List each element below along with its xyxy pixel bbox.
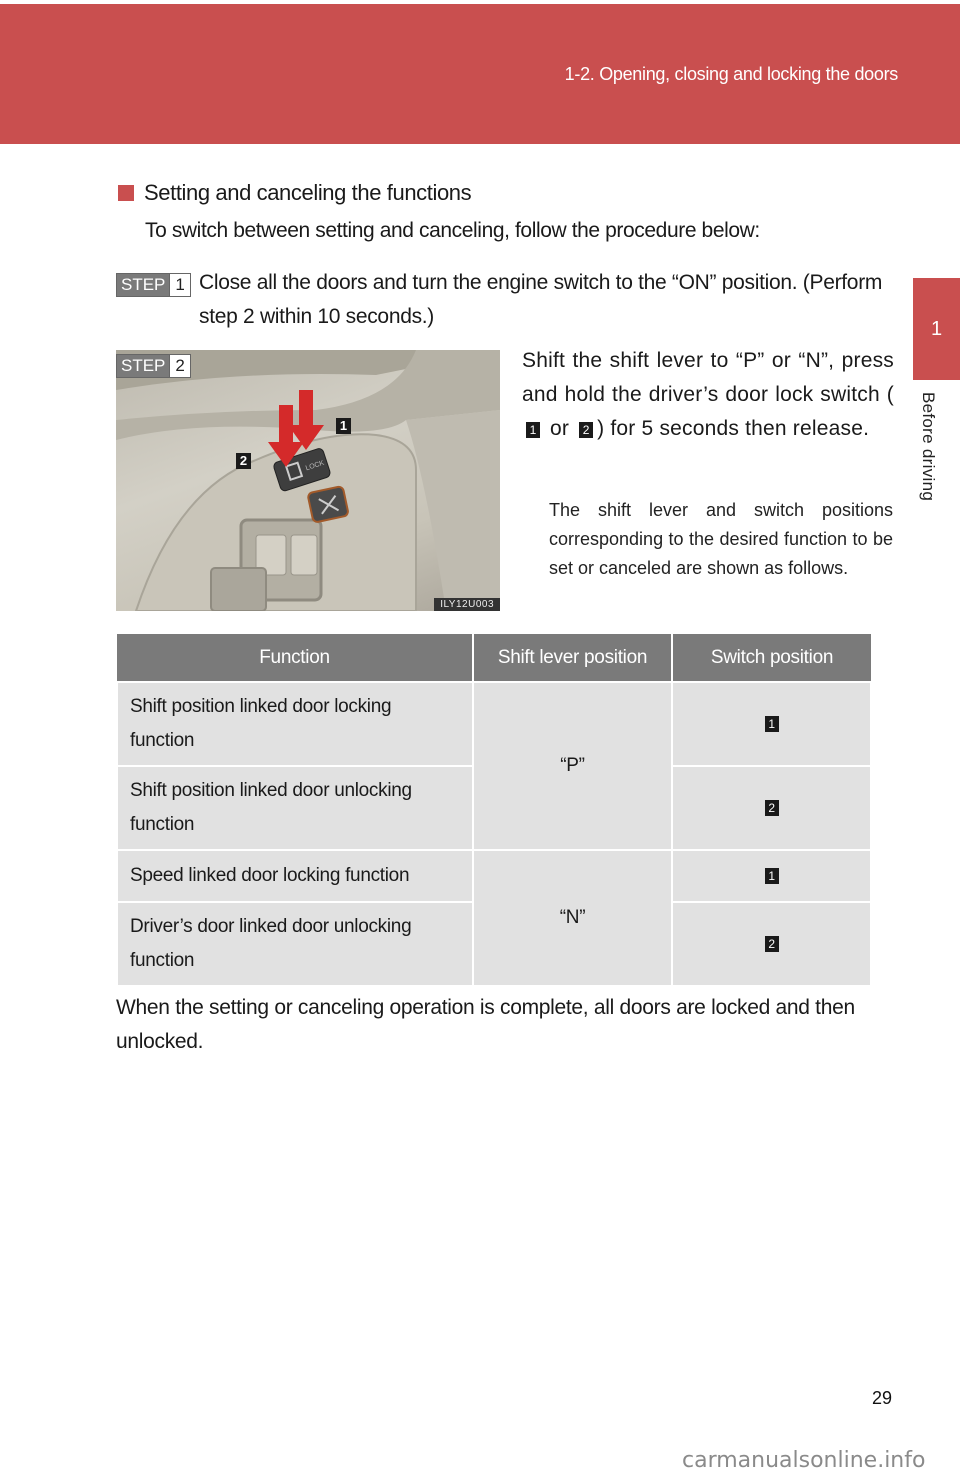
switch-callout: 2 <box>764 936 779 952</box>
table-row: Speed linked door locking function “N” 1 <box>116 849 872 987</box>
function-cell: Speed linked door locking function <box>116 849 474 903</box>
photo-callout-2: 2 <box>236 453 251 469</box>
shift-cell: “P” <box>472 681 673 851</box>
table-row: Shift position linked door locking funct… <box>116 681 872 851</box>
inline-callout-1: 1 <box>526 422 540 438</box>
function-cell: Driver’s door linked door unlocking func… <box>116 901 474 987</box>
step-number: 1 <box>169 274 190 296</box>
step-2-text: Shift the shift lever to “P” or “N”, pre… <box>522 344 894 446</box>
switch-cell: 1 <box>671 849 872 903</box>
page-number: 29 <box>872 1388 893 1408</box>
photo-callout-1: 1 <box>336 418 351 434</box>
step-2-text-after: ) for 5 seconds then release. <box>597 417 870 440</box>
square-bullet-icon <box>118 185 134 201</box>
header-title: 1-2. Opening, closing and locking the do… <box>564 64 899 84</box>
step-word: STEP <box>117 274 170 296</box>
section-heading-text: Setting and canceling the functions <box>144 180 472 205</box>
switch-cell: 2 <box>671 765 872 851</box>
header-shift-lever: Shift lever position <box>473 634 673 682</box>
step-1-text: Close all the doors and turn the engine … <box>199 271 883 328</box>
switch-callout: 2 <box>764 800 779 816</box>
shift-cell: “N” <box>472 849 673 987</box>
section-heading: Setting and canceling the functions <box>118 180 472 206</box>
door-panel-drawing: LOCK <box>116 350 500 611</box>
function-cell: Shift position linked door unlocking fun… <box>116 765 474 851</box>
page-header: 1-2. Opening, closing and locking the do… <box>0 4 960 144</box>
chapter-tab: 1 <box>913 278 960 380</box>
switch-callout: 1 <box>764 716 779 732</box>
chapter-number: 1 <box>930 317 943 340</box>
watermark: carmanualsonline.info <box>682 1448 926 1473</box>
functions-table: Function Shift lever position Switch pos… <box>116 634 872 987</box>
step-word: STEP <box>117 355 170 377</box>
step-2-text-before: Shift the shift lever to “P” or “N”, pre… <box>522 349 894 406</box>
door-switch-illustration: LOCK 1 2 ILY12U003 <box>116 350 500 611</box>
switch-callout: 1 <box>764 868 779 884</box>
step-2-badge: STEP 2 <box>116 354 191 378</box>
switch-cell: 1 <box>671 681 872 767</box>
table-header-row: Function Shift lever position Switch pos… <box>117 634 871 682</box>
step-2-text-or: or <box>544 417 576 440</box>
photo-code: ILY12U003 <box>434 598 500 611</box>
header-switch-position: Switch position <box>672 634 871 682</box>
header-function: Function <box>117 634 474 682</box>
lock-disable-switch <box>307 485 349 523</box>
function-cell: Shift position linked door locking funct… <box>116 681 474 767</box>
section-intro: To switch between setting and canceling,… <box>145 219 760 242</box>
inline-callout-2: 2 <box>579 422 594 438</box>
chapter-label: Before driving <box>919 392 938 502</box>
switch-cell: 2 <box>671 901 872 987</box>
closing-note: When the setting or canceling operation … <box>116 996 855 1053</box>
step-1-badge: STEP 1 <box>116 273 191 297</box>
step-number: 2 <box>169 355 190 377</box>
step-2-note: The shift lever and switch positions cor… <box>549 500 893 578</box>
